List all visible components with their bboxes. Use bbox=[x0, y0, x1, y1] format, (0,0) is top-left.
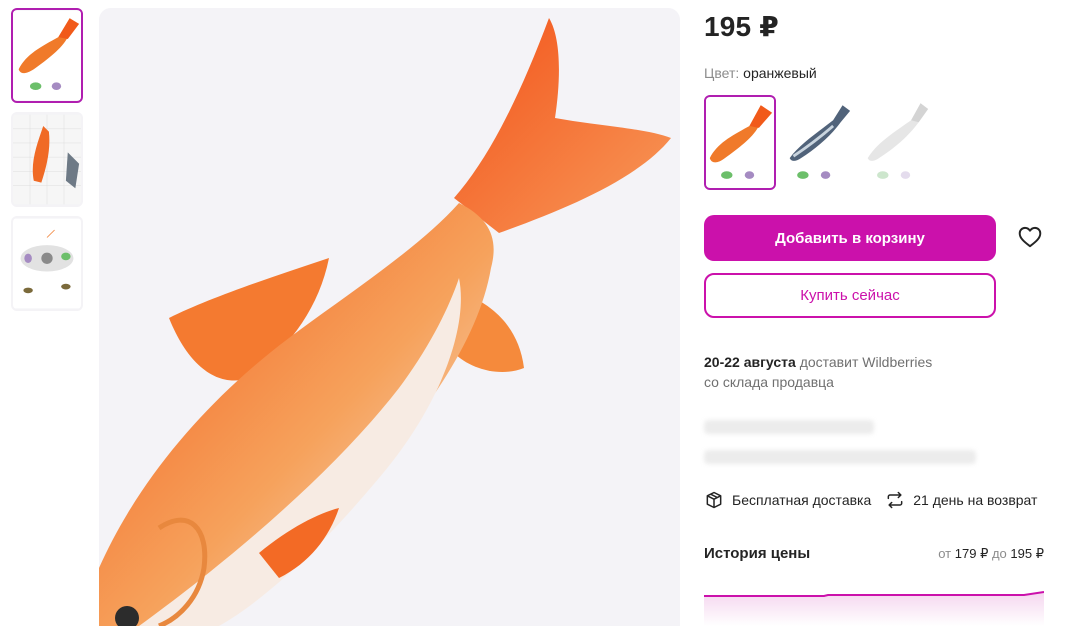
product-price: 195 ₽ bbox=[704, 11, 779, 42]
add-to-cart-button[interactable]: Добавить в корзину bbox=[704, 215, 996, 261]
perk-free-delivery-label: Бесплатная доставка bbox=[732, 492, 872, 508]
swatch-mackerel[interactable] bbox=[782, 95, 854, 190]
swatch-orange[interactable] bbox=[704, 95, 776, 190]
delivery-carrier: доставит Wildberries bbox=[799, 354, 933, 370]
delivery-source: со склада продавца bbox=[704, 374, 834, 390]
color-line: Цвет: оранжевый bbox=[704, 65, 817, 81]
swatch-white[interactable] bbox=[860, 95, 932, 190]
perks: Бесплатная доставка 21 день на возврат bbox=[704, 490, 1037, 510]
thumbnail-orange-fish-size[interactable] bbox=[11, 112, 83, 207]
orange-fish-image bbox=[99, 8, 680, 626]
delivery-line: 20-22 августа доставит Wildberries bbox=[704, 352, 932, 372]
delivery-info: 20-22 августа доставит Wildberries со ск… bbox=[704, 352, 932, 392]
color-value: оранжевый bbox=[743, 65, 817, 81]
thumbnail-fish-diagram[interactable] bbox=[11, 216, 83, 311]
main-product-image[interactable] bbox=[99, 8, 680, 626]
white-fish-swatch-image bbox=[862, 97, 930, 188]
color-swatches bbox=[704, 95, 932, 190]
range-max: 195 ₽ bbox=[1010, 546, 1044, 561]
fish-diagram-thumbnail-image bbox=[13, 218, 81, 309]
mackerel-swatch-image bbox=[784, 97, 852, 188]
fish-thumbnail-image bbox=[13, 10, 81, 101]
box-icon bbox=[706, 491, 722, 509]
price-history-title: История цены bbox=[704, 545, 811, 562]
price-history-area bbox=[704, 592, 1044, 626]
orange-fish-swatch-image bbox=[706, 97, 774, 188]
range-min: 179 ₽ bbox=[954, 546, 989, 561]
price-history-header[interactable]: История цены от 179 ₽ до 195 ₽ bbox=[704, 545, 1044, 562]
price-history-line bbox=[704, 591, 1044, 597]
return-arrows-icon bbox=[887, 491, 903, 509]
range-to-word: до bbox=[991, 546, 1007, 561]
heart-icon bbox=[1018, 226, 1042, 248]
blurred-info-line bbox=[704, 450, 976, 464]
price-history-range: от 179 ₽ до 195 ₽ bbox=[938, 546, 1044, 562]
blurred-info-line bbox=[704, 420, 874, 434]
delivery-dates: 20-22 августа bbox=[704, 354, 796, 370]
fish-size-thumbnail-image bbox=[13, 114, 81, 205]
thumbnail-orange-fish[interactable] bbox=[11, 8, 83, 103]
price-history-chart bbox=[704, 591, 1044, 626]
color-label: Цвет: bbox=[704, 65, 740, 81]
perk-returns: 21 день на возврат bbox=[885, 490, 1037, 510]
perk-free-delivery: Бесплатная доставка bbox=[704, 490, 871, 510]
favorite-button[interactable] bbox=[1017, 224, 1043, 250]
buy-now-button[interactable]: Купить сейчас bbox=[704, 273, 996, 318]
thumbnail-list bbox=[11, 8, 83, 320]
perk-returns-label: 21 день на возврат bbox=[913, 492, 1038, 508]
range-from-word: от bbox=[938, 546, 952, 561]
